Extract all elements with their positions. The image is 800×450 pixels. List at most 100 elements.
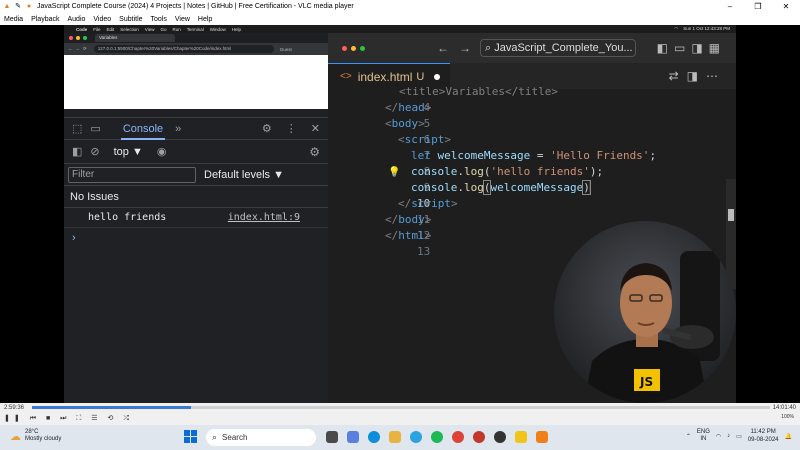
zoom-dot-icon [83,36,87,40]
seek-progress [32,406,191,409]
tray-chevron-icon[interactable]: ⌃ [686,433,691,440]
browser-tab-strip: Variables [64,33,328,43]
volume-level[interactable]: 100% [781,414,794,420]
fullscreen-icon[interactable]: ⛶ [76,415,85,422]
screen: ▲ ✎ ● JavaScript Complete Course (2024) … [0,0,800,450]
prev-icon[interactable]: ⏮ [30,415,40,422]
code-line: 4 <title>Variables</title> [328,84,736,114]
edge-icon[interactable] [368,431,380,443]
mac-menu-code: Code [76,26,88,32]
clear-console-icon: ⊘ [90,146,100,158]
mac-menu-help: Help [231,26,242,32]
start-button[interactable] [184,430,198,444]
nav-arrows-icon: ←→⟳ [68,46,90,51]
vscode-traffic-lights [342,45,365,51]
loop-icon[interactable]: ⟲ [108,415,118,422]
vscode-title-bar: ←→ ⌕ JavaScript_Complete_You... ◧▭◨▦ [328,33,736,63]
mac-menu-terminal: Terminal [186,26,204,32]
devtools-tabs: ⬚ ▭ Console » ⚙ ⋮ ✕ [64,118,328,140]
weather-temp: 28°C [25,429,39,435]
taskbar-clock[interactable]: 11:42 PM 09-08-2024 [748,428,779,444]
windows-logo-icon [184,430,190,436]
next-icon[interactable]: ⏭ [60,415,70,422]
command-center-search: ⌕ JavaScript_Complete_You... [480,39,636,57]
html-file-icon: <> [340,71,352,82]
filter-input: Filter [68,166,196,183]
maximize-button[interactable]: ❐ [744,0,772,13]
weather-condition: Mostly cloudy [25,436,62,442]
context-select: top ▼ [113,145,143,158]
record-icon[interactable] [473,431,485,443]
console-settings-icon: ⚙ [309,144,320,159]
shuffle-icon[interactable]: ⤮ [123,415,133,422]
menu-video[interactable]: Video [93,16,111,23]
mac-menu-view: View [144,26,155,32]
pause-icon[interactable]: ❚❚ [4,415,24,422]
close-button[interactable]: ✕ [772,0,800,13]
onedrive-icon[interactable] [515,431,527,443]
video-frame[interactable]: Code File Edit Selection View Go Run Ter… [0,25,800,403]
file-explorer-icon[interactable] [389,431,401,443]
mac-menu-file: File [93,26,101,32]
obs-icon[interactable] [494,431,506,443]
stop-icon[interactable]: ■ [46,415,54,422]
code-line: 6 <body> [385,117,431,146]
mac-menu-window: Window [209,26,226,32]
code-line-current: 10 console.log(welcomeMessage)▏ [328,180,736,210]
page-viewport [64,55,328,109]
devtools-actions: ⚙ ⋮ ✕ [262,122,320,135]
vlc-taskbar-icon[interactable] [536,431,548,443]
webcam-overlay: JS [554,221,736,403]
presenter-avatar: JS [554,221,736,403]
text-cursor: ▏ [589,181,597,194]
copilot-icon[interactable] [347,431,359,443]
device-toggle-icon: ▭ [90,123,101,135]
kebab-menu-icon: ⋮ [285,123,297,135]
notification-bell-icon[interactable]: 🔔 [785,433,792,440]
log-message: hello friends [88,212,167,223]
issues-status: No Issues [64,186,328,208]
weather-widget[interactable]: ☁ 28°C Mostly cloudy [10,429,61,443]
menu-help[interactable]: Help [198,16,212,23]
log-source-link: index.html:9 [227,212,300,223]
untracked-badge: U [416,70,425,83]
playlist-icon[interactable]: ☰ [91,415,101,422]
wifi-tray-icon[interactable]: ◠ [716,433,721,440]
mac-status-area: ◠ Sun 1 Oct 12:43:28 PM [674,25,730,33]
spotify-icon[interactable] [431,431,443,443]
search-icon: ⌕ [212,432,218,442]
task-view-icon[interactable] [326,431,338,443]
elapsed-time: 2:59:36 [4,405,25,411]
browser-window: Variables ←→⟳ 127.0.0.1:5500/Chapter%20V… [64,33,328,403]
editor-scrollbar [726,179,736,289]
playback-buttons[interactable]: ❚❚ ⏮ ■ ⏭ ⛶ ☰ ⟲ ⤮ [4,414,133,423]
vlc-title-bar: ▲ ✎ ● JavaScript Complete Course (2024) … [0,0,800,13]
telegram-icon[interactable] [410,431,422,443]
menu-view[interactable]: View [175,16,190,23]
menu-playback[interactable]: Playback [31,16,59,23]
chrome-icon[interactable] [452,431,464,443]
minimize-button[interactable]: – [716,0,744,13]
taskbar-search[interactable]: ⌕ Search [206,429,316,446]
speaker-icon[interactable]: ♪ [727,433,730,439]
cloud-sun-icon: ☁ [10,430,21,443]
mac-menu-go: Go [160,26,167,32]
browser-toolbar: ←→⟳ 127.0.0.1:5500/Chapter%20Variables/C… [64,43,328,55]
menu-subtitle[interactable]: Subtitle [119,16,142,23]
lightbulb-icon: 💡 [388,167,401,178]
code-line: 8 let welcomeMessage = 'Hello Friends'; [328,148,736,178]
code-line: 7 <script> [328,132,736,162]
menu-audio[interactable]: Audio [67,16,85,23]
unsaved-dot-icon [434,73,441,80]
mac-menu-run: Run [172,26,181,32]
address-bar: 127.0.0.1:5500/Chapter%20Variables/Chapt… [93,45,274,53]
battery-icon[interactable]: ▭ [736,433,742,440]
seek-bar[interactable] [32,406,770,409]
menu-media[interactable]: Media [4,16,23,23]
vscode-close-dot-icon [342,45,347,51]
pin-icon[interactable]: ✎ [14,3,22,11]
menu-tools[interactable]: Tools [151,16,167,23]
search-label: Search [222,433,248,442]
language-indicator[interactable]: ENG IN [697,429,710,443]
vscode-zoom-dot-icon [360,45,365,51]
